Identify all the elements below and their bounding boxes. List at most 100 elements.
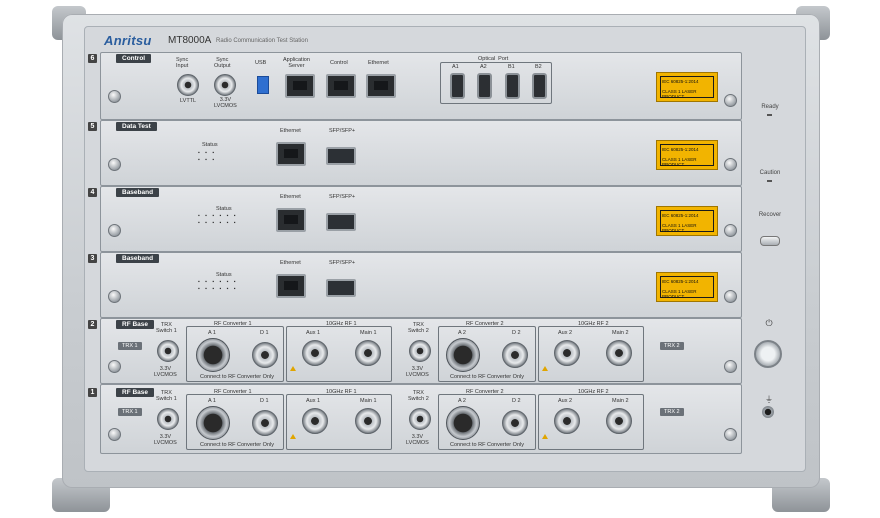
laser-standard: IEC 60825-1:2014: [662, 213, 699, 218]
status-label: Status: [202, 142, 218, 148]
rf-1-label: 10GHz RF 1: [326, 321, 357, 327]
d1-label: D 1: [260, 398, 269, 404]
ground-icon: ⏚: [765, 395, 773, 404]
optical-port-a1[interactable]: [450, 73, 465, 99]
laser-standard: IEC 60825-1:2014: [662, 79, 699, 84]
optical-port-a2[interactable]: [477, 73, 492, 99]
trx-switch-1-connector[interactable]: [157, 340, 179, 362]
ready-label: Ready: [761, 104, 779, 110]
optical-port-b2[interactable]: [532, 73, 547, 99]
app-server-port[interactable]: [285, 74, 315, 98]
aux-1-connector[interactable]: [302, 340, 328, 366]
slot-number: 6: [88, 54, 97, 63]
d2-label: D 2: [512, 330, 521, 336]
trx-switch-1-label: TRX Switch 1: [156, 322, 177, 334]
aux-1-connector[interactable]: [302, 408, 328, 434]
rf-converter-2-a2-connector[interactable]: [446, 406, 480, 440]
recover-button[interactable]: [760, 236, 780, 246]
module-label: Control: [116, 54, 152, 63]
trx-switch-1-connector[interactable]: [157, 408, 179, 430]
rf-converter-1-d1-connector[interactable]: [252, 410, 278, 436]
rf-converter-1-label: RF Converter 1: [214, 321, 252, 327]
optical-port-b1[interactable]: [505, 73, 520, 99]
d2-label: D 2: [512, 398, 521, 404]
laser-warning-label: IEC 60825-1:2014 CLASS 1 LASER PRODUCT: [656, 140, 718, 170]
module-baseband-3: [100, 252, 742, 318]
lvcmos-label: 3.3V LVCMOS: [154, 434, 177, 446]
power-button[interactable]: [754, 340, 782, 368]
main-2-label: Main 2: [612, 330, 629, 336]
sfp-port[interactable]: [326, 213, 356, 231]
sync-output-connector[interactable]: [214, 74, 236, 96]
laser-warning-label: IEC 60825-1:2014 CLASS 1 LASER PRODUCT: [656, 272, 718, 302]
rf-converter-2-a2-connector[interactable]: [446, 338, 480, 372]
trx-right-badge: TRX 2: [660, 408, 684, 416]
status-leds: ▪ ▪ ▪ ▪ ▪ ▪: [198, 286, 238, 292]
ethernet-port[interactable]: [276, 208, 306, 232]
sfp-port[interactable]: [326, 147, 356, 165]
status-leds: ▪ ▪ ▪ ▪ ▪ ▪: [198, 279, 238, 285]
rf-converter-2-d2-connector[interactable]: [502, 342, 528, 368]
caution-icon: [290, 434, 296, 439]
sync-input-connector[interactable]: [177, 74, 199, 96]
connect-only-label: Connect to RF Converter Only: [450, 374, 524, 380]
rf-converter-1-a1-connector[interactable]: [196, 406, 230, 440]
sync-input-label: Sync Input: [176, 57, 189, 69]
ethernet-port[interactable]: [276, 142, 306, 166]
module-data-test: [100, 120, 742, 186]
ethernet-label: Ethernet: [368, 60, 389, 66]
laser-warning-label: IEC 60825-1:2014 CLASS 1 LASER PRODUCT: [656, 206, 718, 236]
rf-converter-2-label: RF Converter 2: [466, 389, 504, 395]
sfp-label: SFP/SFP+: [329, 194, 356, 200]
panel-screw: [724, 224, 737, 237]
model-name: MT8000A: [168, 35, 212, 46]
sync-output-label: Sync Output: [214, 57, 231, 69]
connect-only-label: Connect to RF Converter Only: [200, 442, 274, 448]
aux-2-connector[interactable]: [554, 340, 580, 366]
connect-only-label: Connect to RF Converter Only: [200, 374, 274, 380]
aux-2-connector[interactable]: [554, 408, 580, 434]
status-leds: ▪ ▪ ▪ ▪ ▪ ▪: [198, 213, 238, 219]
rf-converter-1-d1-connector[interactable]: [252, 342, 278, 368]
panel-screw: [724, 290, 737, 303]
a1-label: A 1: [208, 330, 216, 336]
caution-icon: [542, 366, 548, 371]
ethernet-port[interactable]: [276, 274, 306, 298]
main-1-connector[interactable]: [355, 408, 381, 434]
trx-switch-2-label: TRX Switch 2: [408, 322, 429, 334]
rf-converter-2-d2-connector[interactable]: [502, 410, 528, 436]
panel-screw: [108, 428, 121, 441]
a2-label: A 2: [458, 398, 466, 404]
optical-a1-label: A1: [452, 64, 459, 70]
rf-converter-1-label: RF Converter 1: [214, 389, 252, 395]
panel-screw: [108, 90, 121, 103]
panel-screw: [724, 94, 737, 107]
laser-standard: IEC 60825-1:2014: [662, 147, 699, 152]
sfp-port[interactable]: [326, 279, 356, 297]
recover-label: Recover: [758, 212, 782, 218]
laser-class: CLASS 1 LASER PRODUCT: [662, 157, 697, 167]
usb-port[interactable]: [257, 76, 269, 94]
sfp-label: SFP/SFP+: [329, 128, 356, 134]
lvcmos-label: 3.3V LVCMOS: [406, 366, 429, 378]
caution-icon: [290, 366, 296, 371]
status-leds: ▪ ▪ ▪: [198, 157, 217, 163]
slot-number: 2: [88, 320, 97, 329]
rf-converter-1-a1-connector[interactable]: [196, 338, 230, 372]
laser-class: CLASS 1 LASER PRODUCT: [662, 223, 697, 233]
trx-switch-2-connector[interactable]: [409, 408, 431, 430]
slot-number: 1: [88, 388, 97, 397]
caution-label: Caution: [759, 170, 781, 176]
panel-screw: [724, 428, 737, 441]
trx-left-badge: TRX 1: [118, 408, 142, 416]
main-2-connector[interactable]: [606, 408, 632, 434]
ethernet-port[interactable]: [366, 74, 396, 98]
module-label: RF Base: [116, 388, 155, 397]
ground-terminal[interactable]: [762, 406, 774, 418]
main-2-connector[interactable]: [606, 340, 632, 366]
rf-2-label: 10GHz RF 2: [578, 389, 609, 395]
control-port[interactable]: [326, 74, 356, 98]
main-1-connector[interactable]: [355, 340, 381, 366]
a2-label: A 2: [458, 330, 466, 336]
trx-switch-2-connector[interactable]: [409, 340, 431, 362]
